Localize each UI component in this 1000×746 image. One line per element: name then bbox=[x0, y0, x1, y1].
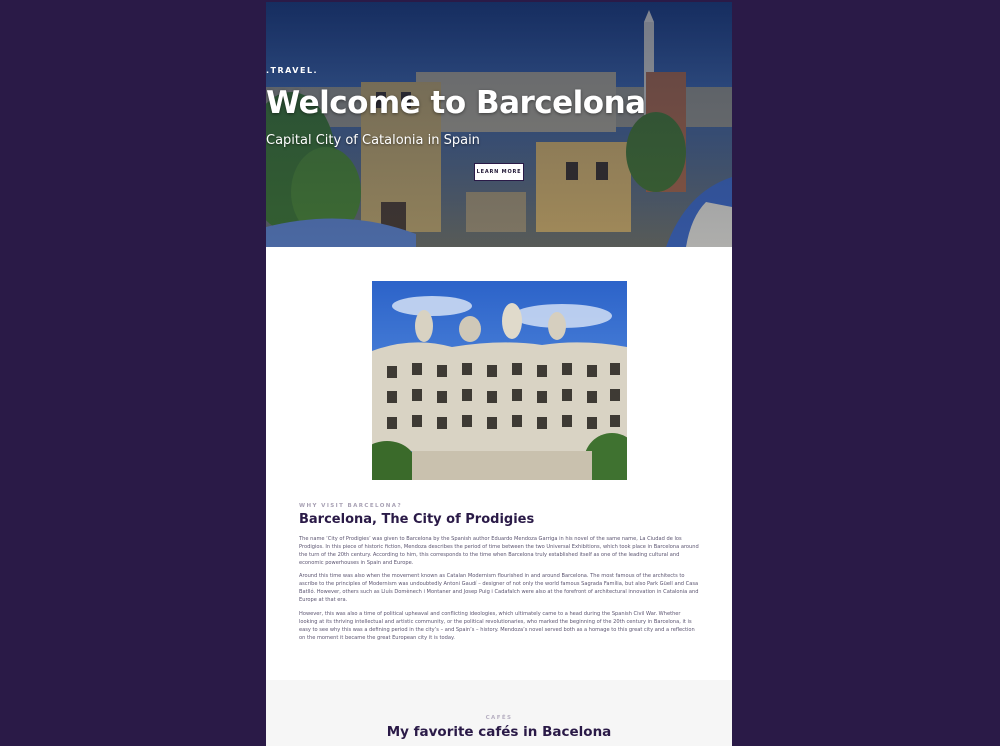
casa-mila-photo bbox=[372, 281, 627, 480]
hero-title: Welcome to Barcelona bbox=[266, 85, 646, 121]
cafes-title: My favorite cafés in Bacelona bbox=[386, 724, 612, 740]
hero-background-image bbox=[266, 2, 732, 247]
hero-subtitle: Capital City of Catalonia in Spain bbox=[266, 133, 480, 148]
hero-section: .TRAVEL. Welcome to Barcelona Capital Ci… bbox=[266, 2, 732, 247]
learn-more-button[interactable]: LEARN MORE bbox=[474, 163, 524, 181]
page-container: .TRAVEL. Welcome to Barcelona Capital Ci… bbox=[266, 2, 732, 746]
hero-eyebrow: .TRAVEL. bbox=[266, 66, 319, 75]
article-title: Barcelona, The City of Prodigies bbox=[299, 512, 535, 527]
cafes-section: CAFÉS My favorite cafés in Bacelona bbox=[266, 680, 732, 746]
cafes-kicker: CAFÉS bbox=[485, 715, 513, 721]
article-paragraph: The name ‘City of Prodigies’ was given t… bbox=[299, 536, 699, 567]
article-paragraph: Around this time was also when the movem… bbox=[299, 573, 699, 604]
article-kicker: WHY VISIT BARCELONA? bbox=[299, 503, 403, 509]
article-paragraph: However, this was also a time of politic… bbox=[299, 611, 695, 642]
